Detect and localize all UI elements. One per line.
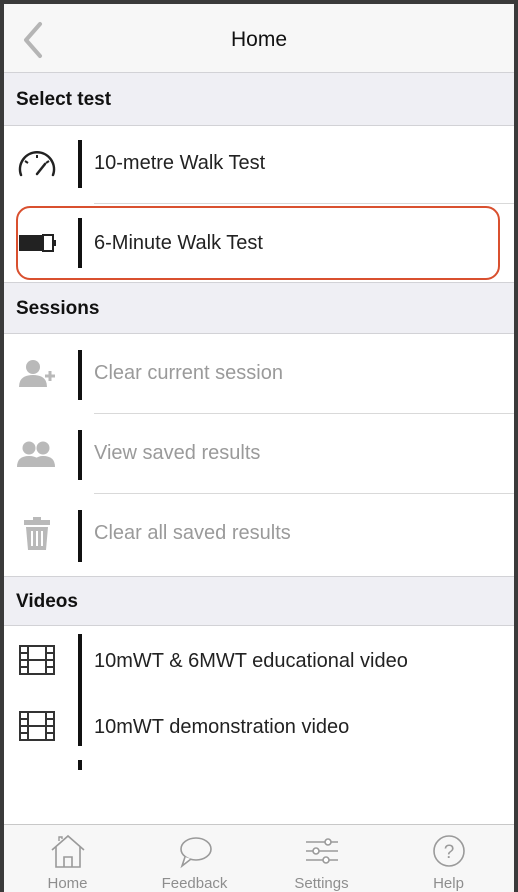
row-label: 6-Minute Walk Test [94, 232, 263, 254]
row-divider-bar [78, 430, 82, 480]
tab-label: Home [47, 875, 88, 892]
row-divider-bar [78, 350, 82, 400]
film-icon [12, 708, 62, 744]
section-header-select-test: Select test [4, 72, 514, 126]
row-educational-video[interactable]: 10mWT & 6MWT educational video [4, 626, 514, 696]
film-icon [12, 642, 62, 678]
question-icon: ? [433, 835, 465, 867]
row-label: View saved results [94, 442, 261, 464]
row-divider-bar [78, 634, 82, 696]
row-divider-bar [78, 218, 82, 268]
users-icon [12, 436, 62, 472]
row-clear-all-saved-results[interactable]: Clear all saved results [4, 494, 514, 576]
row-label: Clear all saved results [94, 522, 291, 544]
trash-icon [12, 516, 62, 552]
svg-text:?: ? [444, 842, 455, 863]
tab-feedback[interactable]: Feedback [131, 825, 258, 892]
row-label: 10mWT demonstration video [94, 716, 350, 738]
row-divider-bar [78, 510, 82, 562]
tab-home[interactable]: Home [4, 825, 131, 892]
speedometer-icon [12, 146, 62, 182]
row-demonstration-video[interactable]: 10mWT demonstration video [4, 696, 514, 776]
row-divider-bar-tail [78, 760, 82, 770]
tab-bar: Home Feedback Settings ? Help [4, 824, 514, 892]
row-divider-bar [78, 140, 82, 188]
row-10m-walk-test[interactable]: 10-metre Walk Test [4, 126, 514, 204]
row-clear-current-session[interactable]: Clear current session [4, 334, 514, 414]
row-view-saved-results[interactable]: View saved results [4, 414, 514, 494]
row-6min-walk-test[interactable]: 6-Minute Walk Test [4, 204, 514, 282]
row-label: 10-metre Walk Test [94, 152, 266, 174]
section-title: Select test [16, 89, 112, 110]
tab-label: Feedback [161, 875, 228, 892]
section-header-videos: Videos [4, 576, 514, 626]
app-screen: Home Select test 10-metre Walk Test 6-Mi… [4, 4, 514, 892]
section-title: Sessions [16, 298, 100, 319]
add-user-icon [12, 356, 62, 392]
navigation-bar: Home [4, 4, 514, 73]
sliders-icon [306, 838, 338, 864]
tab-label: Help [433, 875, 464, 892]
row-divider-bar [78, 696, 82, 746]
row-label: Clear current session [94, 362, 283, 384]
section-header-sessions: Sessions [4, 282, 514, 334]
speech-bubble-icon [180, 837, 212, 869]
tab-label: Settings [294, 875, 349, 892]
tab-settings[interactable]: Settings [258, 825, 385, 892]
battery-icon [12, 225, 62, 261]
tab-help[interactable]: ? Help [385, 825, 512, 892]
section-title: Videos [16, 591, 78, 612]
page-title: Home [230, 28, 288, 51]
home-icon [51, 834, 85, 868]
row-label: 10mWT & 6MWT educational video [94, 650, 408, 672]
